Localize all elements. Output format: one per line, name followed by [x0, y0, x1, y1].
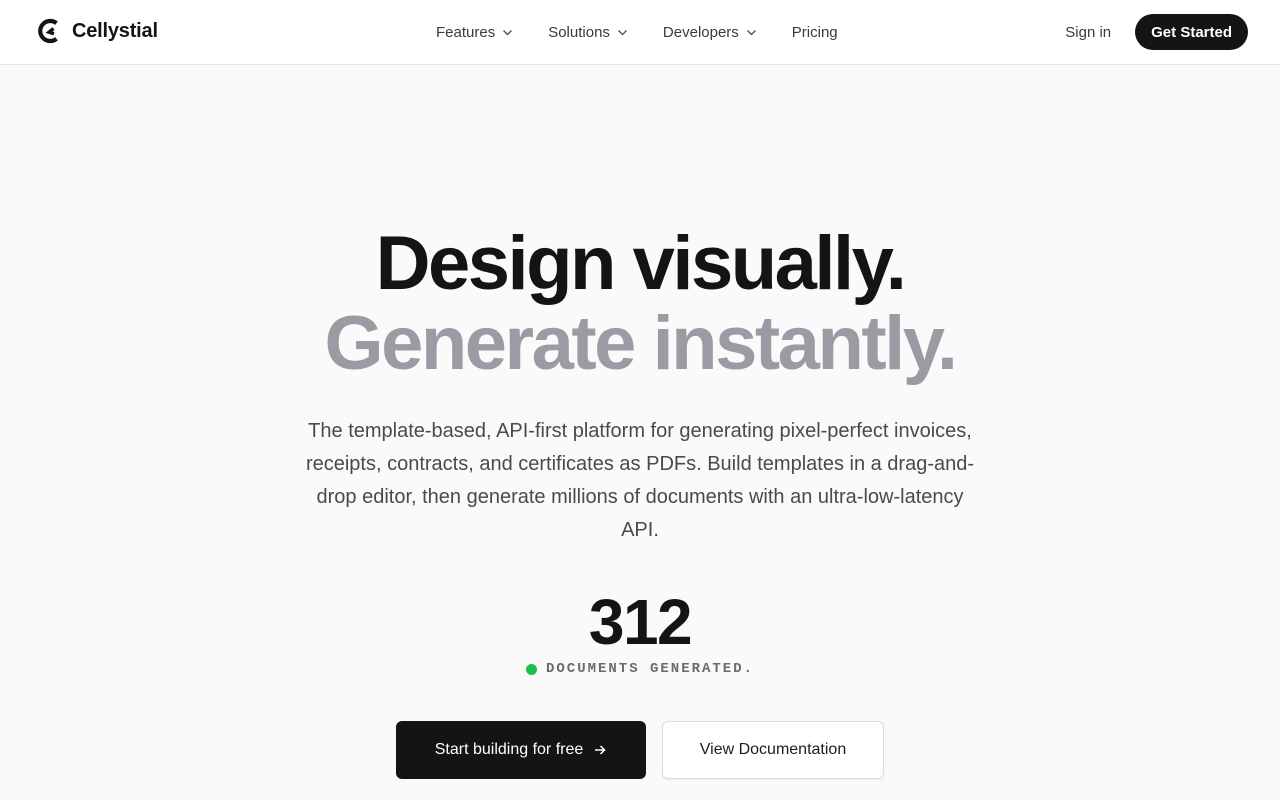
nav-item-solutions[interactable]: Solutions	[548, 24, 629, 41]
counter-label-text: DOCUMENTS GENERATED.	[545, 661, 755, 677]
hero-section: Design visually. Generate instantly. The…	[0, 65, 1280, 800]
header-actions: Sign in Get Started	[1065, 14, 1248, 50]
documents-counter-label: DOCUMENTS GENERATED.	[0, 661, 1280, 677]
view-documentation-button[interactable]: View Documentation	[662, 721, 884, 779]
get-started-button[interactable]: Get Started	[1135, 14, 1248, 50]
brand-name: Cellystial	[72, 19, 158, 42]
brand-logo-link[interactable]: Cellystial	[36, 18, 158, 44]
start-building-button[interactable]: Start building for free	[396, 721, 646, 779]
nav-item-label: Pricing	[791, 23, 838, 41]
documents-counter: 312	[588, 586, 693, 658]
hero-cta-row: Start building for free View Documentati…	[0, 721, 1280, 779]
chevron-down-icon	[617, 29, 627, 35]
sign-in-link[interactable]: Sign in	[1065, 24, 1111, 41]
nav-item-label: Developers	[662, 23, 739, 41]
nav-item-label: Solutions	[548, 23, 610, 41]
hero-subtitle: The template-based, API-first platform f…	[305, 420, 975, 541]
nav-item-label: Features	[436, 23, 496, 41]
chevron-down-icon	[503, 29, 513, 35]
nav-item-features[interactable]: Features	[436, 24, 514, 41]
main-nav: Features Solutions Developers Pricing	[436, 0, 838, 64]
live-status-dot-icon	[525, 663, 537, 675]
arrow-right-icon	[595, 745, 606, 755]
nav-item-developers[interactable]: Developers	[663, 24, 758, 41]
chevron-down-icon	[746, 29, 756, 35]
site-header: Cellystial Features Solutions Developers…	[0, 0, 1280, 65]
start-building-label: Start building for free	[434, 741, 584, 758]
hero-headline-secondary: Generate instantly.	[324, 301, 958, 386]
hero-headline-primary: Design visually.	[375, 221, 907, 306]
nav-item-pricing[interactable]: Pricing	[792, 24, 838, 41]
cellystial-logo-icon	[38, 18, 58, 44]
